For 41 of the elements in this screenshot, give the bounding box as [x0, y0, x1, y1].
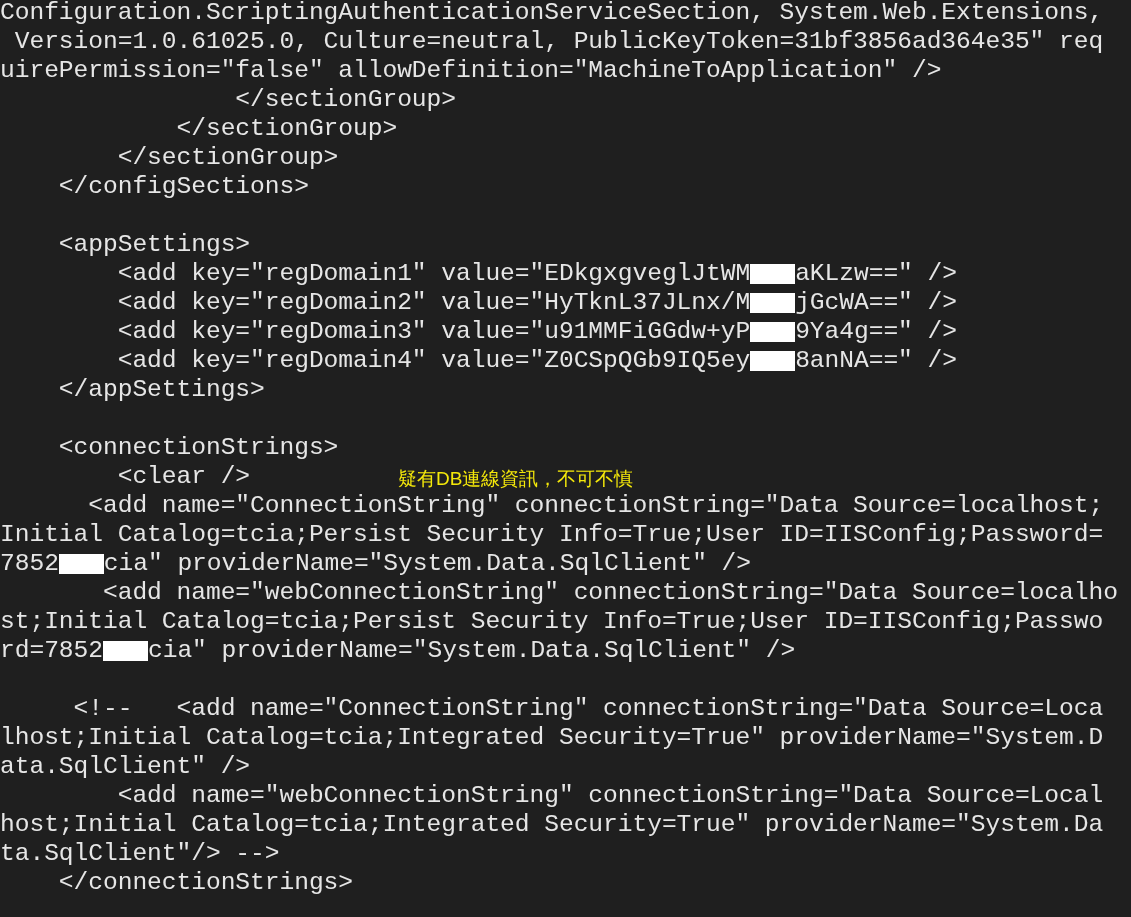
code-text: cia" providerName="System.Data.SqlClient" />: [103, 549, 752, 578]
code-text: <add name="ConnectionString" connectionString="Data Source=localhost;: [87, 491, 1104, 520]
code-text: rd=7852: [0, 636, 103, 665]
code-text: Initial Catalog=tcia;Persist Security Info=True;User ID=IISConfig;Password=: [0, 520, 1104, 549]
code-text: <connectionStrings>: [57, 433, 339, 462]
code-text: Version=1.0.61025.0, Culture=neutral, PublicKeyToken=31bf3856ad364e35" req: [13, 27, 1104, 56]
code-text: <add key="regDomain1" value="EDkgxgveglJtWM: [116, 259, 751, 288]
code-text: </connectionStrings>: [57, 868, 353, 897]
code-text: lhost;Initial Catalog=tcia;Integrated Security=True" providerName="System.D: [0, 723, 1104, 752]
code-text: <add name="webConnectionString" connectionString="Data Source=localho: [101, 578, 1118, 607]
code-text: </sectionGroup>: [175, 114, 398, 143]
code-text: aKLzw==" />: [795, 259, 957, 288]
code-text: 8anNA==" />: [795, 346, 957, 375]
code-text: <clear />: [116, 462, 251, 491]
code-text: 9Ya4g==" />: [795, 317, 957, 346]
redaction-block: [750, 350, 796, 371]
code-text: host;Initial Catalog=tcia;Integrated Security=True" providerName="System.Da: [0, 810, 1104, 839]
redaction-block: [102, 640, 148, 661]
code-text: Configuration.ScriptingAuthenticationServiceSection, System.Web.Extensions,: [0, 0, 1104, 27]
code-text: jGcWA==" />: [795, 288, 957, 317]
code-text: </sectionGroup>: [234, 85, 456, 114]
code-text: st;Initial Catalog=tcia;Persist Security Info=True;User ID=IISConfig;Passwo: [0, 607, 1104, 636]
code-text: 7852: [0, 549, 59, 578]
code-text: cia" providerName="System.Data.SqlClient" />: [147, 636, 796, 665]
redaction-block: [750, 321, 796, 342]
redaction-block: [750, 263, 796, 284]
code-text: ata.SqlClient" />: [0, 752, 251, 781]
code-text: <add key="regDomain4" value="Z0CSpQGb9IQ5ey: [116, 346, 751, 375]
code-text: uirePermission="false" allowDefinition="MachineToApplication" />: [0, 56, 942, 85]
annotation-text: 疑有DB連線資訊，不可不慎: [398, 467, 634, 491]
code-text: <add name="webConnectionString" connectionString="Data Source=Local: [116, 781, 1104, 810]
redaction-block: [750, 292, 796, 313]
code-text: </configSections>: [57, 172, 309, 201]
code-text: <add key="regDomain3" value="u91MMFiGGdw+yP: [116, 317, 751, 346]
code-text: <!-- <add name="ConnectionString" connectionString="Data Source=Loca: [72, 694, 1104, 723]
redaction-block: [58, 553, 104, 574]
code-text: <appSettings>: [57, 230, 251, 259]
code-text: </appSettings>: [57, 375, 265, 404]
code-text: <add key="regDomain2" value="HyTknL37JLnx/M: [116, 288, 751, 317]
code-text: ta.SqlClient"/> -->: [0, 839, 280, 868]
code-text: </sectionGroup>: [116, 143, 339, 172]
